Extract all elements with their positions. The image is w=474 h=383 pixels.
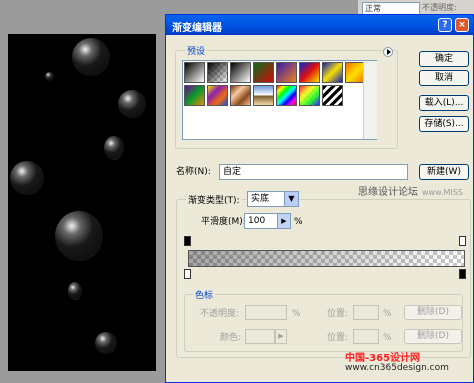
gradient-type-value: 实底: [251, 194, 270, 204]
name-label: 名称(N):: [176, 167, 211, 177]
gradient-swatch-violet-orange[interactable]: [276, 62, 297, 83]
gradient-swatch-blue-red-yellow[interactable]: [299, 62, 320, 83]
gradient-swatch-fg-bg[interactable]: [184, 62, 205, 83]
color-label: 颜色:: [220, 333, 242, 343]
triangle-right-icon[interactable]: [383, 47, 393, 57]
name-field[interactable]: 自定: [219, 164, 408, 180]
bubble: [118, 90, 146, 118]
opacity-stop-left[interactable]: [184, 236, 191, 246]
gradient-swatch-copper[interactable]: [230, 85, 251, 106]
opacity-unit: %: [292, 309, 301, 319]
gradient-preview-bar[interactable]: [188, 250, 465, 267]
gradient-swatch-violet-green-orange[interactable]: [184, 85, 205, 106]
delete-color-stop-button[interactable]: 删除(D): [404, 329, 462, 344]
triangle-right-icon[interactable]: ▶: [275, 329, 287, 344]
gradient-type-select[interactable]: 实底 ▼: [247, 191, 299, 207]
dialog-title: 渐变编辑器: [172, 23, 222, 34]
smoothness-field[interactable]: 100 ▶: [244, 213, 291, 229]
color-stop-right[interactable]: [459, 269, 466, 279]
document-canvas[interactable]: [8, 34, 156, 371]
presets-label: 预设: [185, 44, 208, 57]
cancel-button[interactable]: 取消: [419, 70, 469, 86]
new-button[interactable]: 新建(W): [419, 164, 469, 180]
gradient-swatch-chrome[interactable]: [253, 85, 274, 106]
color-swatch[interactable]: [245, 329, 275, 344]
gradient-swatch-red-green[interactable]: [253, 62, 274, 83]
bubble: [72, 38, 110, 76]
triangle-right-icon[interactable]: ▶: [277, 214, 290, 228]
presets-swatch-area: [182, 60, 377, 140]
smoothness-value: 100: [248, 216, 266, 226]
smoothness-unit: %: [294, 217, 303, 227]
gradient-swatch-transparent-stripes[interactable]: [322, 85, 343, 106]
site-name-watermark: 中国-365设计网: [345, 353, 421, 364]
gradient-swatch-spectrum[interactable]: [276, 85, 297, 106]
color-location-unit: %: [383, 333, 392, 343]
presets-scrollbar[interactable]: [363, 61, 377, 139]
save-button[interactable]: 存储(S)...: [419, 116, 469, 132]
gradient-swatch-black-white[interactable]: [230, 62, 251, 83]
color-location-field[interactable]: [353, 329, 379, 344]
help-icon[interactable]: ?: [438, 18, 452, 32]
color-location-label: 位置:: [327, 333, 349, 343]
opacity-label: 不透明度:: [200, 309, 240, 319]
color-stops-label: 色标: [193, 288, 216, 301]
bubble: [68, 282, 82, 300]
bubble: [55, 211, 103, 261]
delete-opacity-stop-button[interactable]: 删除(D): [404, 305, 462, 320]
load-button[interactable]: 载入(L)...: [419, 95, 469, 111]
forum-watermark: 思缘设计论坛 www.MISS: [358, 183, 463, 198]
opacity-location-unit: %: [383, 309, 392, 319]
opacity-stop-right[interactable]: [459, 236, 466, 246]
color-stop-left[interactable]: [184, 269, 191, 279]
site-url-watermark: www.cn365design.com: [345, 363, 449, 373]
chevron-down-icon[interactable]: ▼: [284, 192, 298, 206]
forum-watermark-text: 思缘设计论坛: [358, 187, 418, 198]
gradient-type-label: 渐变类型(T):: [186, 193, 242, 206]
opacity-location-label: 位置:: [327, 309, 349, 319]
forum-watermark-url: www.MISS: [422, 188, 463, 197]
bubble: [104, 136, 124, 160]
bubble: [45, 72, 54, 81]
gradient-swatch-transparent-rainbow[interactable]: [299, 85, 320, 106]
gradient-swatch-yellow-violet-orange[interactable]: [207, 85, 228, 106]
ok-button[interactable]: 确定: [419, 51, 469, 67]
opacity-location-field[interactable]: [353, 305, 379, 320]
bubble: [95, 332, 117, 354]
bubble: [10, 161, 44, 195]
gradient-swatch-blue-yellow-blue[interactable]: [322, 62, 343, 83]
gradient-swatch-fg-transparent[interactable]: [207, 62, 228, 83]
close-icon[interactable]: ×: [455, 18, 469, 32]
opacity-label: 不透明度:: [422, 3, 457, 12]
dialog-titlebar[interactable]: 渐变编辑器 ? ×: [166, 15, 473, 35]
smoothness-label: 平滑度(M):: [201, 217, 246, 227]
opacity-field[interactable]: [245, 305, 287, 320]
